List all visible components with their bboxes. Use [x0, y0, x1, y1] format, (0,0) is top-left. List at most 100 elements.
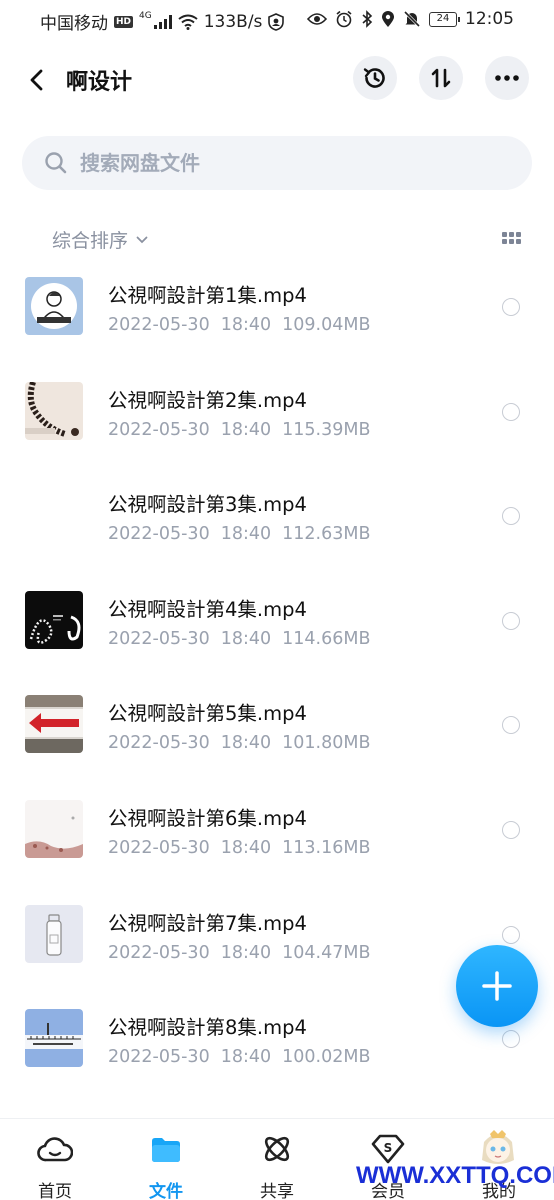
video-thumbnail — [25, 277, 83, 335]
page-title: 啊设计 — [66, 70, 133, 95]
select-radio[interactable] — [502, 716, 520, 735]
file-meta: 2022-05-30 18:40 104.47MB — [108, 943, 370, 963]
file-name: 公視啊設計第8集.mp4 — [108, 1016, 307, 1040]
chevron-left-icon — [30, 69, 43, 91]
search-icon — [44, 151, 68, 175]
grid-view-icon[interactable] — [502, 232, 522, 246]
file-meta: 2022-05-30 18:40 100.02MB — [108, 1047, 370, 1067]
file-date: 2022-05-30 — [108, 315, 210, 335]
file-row[interactable]: 公視啊設計第6集.mp4 2022-05-30 18:40 113.16MB — [0, 785, 554, 890]
history-button[interactable] — [353, 56, 397, 100]
file-meta: 2022-05-30 18:40 114.66MB — [108, 629, 370, 649]
video-thumbnail — [25, 904, 83, 963]
file-row[interactable]: 公視啊設計第3集.mp4 2022-05-30 18:40 112.63MB — [0, 471, 554, 576]
vpn-icon — [268, 12, 285, 31]
video-thumbnail — [25, 590, 83, 649]
location-icon — [382, 11, 394, 27]
file-time: 18:40 — [220, 733, 272, 754]
watermark-text: WWW.XXTTQ.COM — [356, 1162, 554, 1189]
video-thumbnail — [25, 799, 83, 858]
file-row[interactable]: 公視啊設計第5集.mp4 2022-05-30 18:40 101.80MB — [0, 680, 554, 785]
file-time: 18:40 — [220, 524, 272, 545]
file-date: 2022-05-30 — [108, 1047, 210, 1068]
video-thumbnail — [25, 695, 83, 754]
file-name: 公視啊設計第6集.mp4 — [108, 806, 307, 830]
file-size: 115.39MB — [282, 419, 371, 440]
wifi-icon — [178, 14, 198, 30]
file-size: 100.02MB — [282, 1047, 371, 1068]
signal-icon — [153, 14, 172, 29]
file-name: 公視啊設計第2集.mp4 — [108, 388, 307, 412]
more-dots-icon — [495, 75, 519, 81]
file-name: 公視啊設計第4集.mp4 — [108, 597, 307, 621]
file-row[interactable]: 公視啊設計第4集.mp4 2022-05-30 18:40 114.66MB — [0, 576, 554, 681]
file-name: 公視啊設計第1集.mp4 — [108, 284, 307, 307]
hd-badge: HD — [114, 15, 134, 28]
select-radio[interactable] — [502, 507, 520, 526]
folder-icon — [148, 1131, 184, 1167]
search-input[interactable] — [80, 151, 480, 175]
nav-share[interactable]: 共享 — [237, 1119, 317, 1200]
more-button[interactable] — [485, 56, 529, 100]
file-meta: 2022-05-30 18:40 101.80MB — [108, 733, 370, 753]
nav-home[interactable]: 首页 — [15, 1119, 95, 1200]
mute-icon — [403, 10, 421, 28]
network-type: 4G — [139, 10, 152, 21]
back-button[interactable] — [22, 62, 52, 98]
file-size: 113.16MB — [282, 837, 371, 858]
file-name: 公視啊設計第7集.mp4 — [108, 911, 307, 935]
file-time: 18:40 — [220, 315, 272, 335]
file-date: 2022-05-30 — [108, 628, 210, 649]
file-meta: 2022-05-30 18:40 115.39MB — [108, 420, 370, 440]
nav-files-label: 文件 — [149, 1182, 183, 1200]
select-radio[interactable] — [502, 611, 520, 630]
file-size: 101.80MB — [282, 733, 371, 754]
eye-icon — [307, 13, 327, 25]
select-radio[interactable] — [502, 402, 520, 421]
file-date: 2022-05-30 — [108, 419, 210, 440]
file-time: 18:40 — [220, 942, 272, 963]
file-date: 2022-05-30 — [108, 733, 210, 754]
nav-files[interactable]: 文件 — [126, 1119, 206, 1200]
file-row[interactable]: 公視啊設計第1集.mp4 2022-05-30 18:40 109.04MB — [0, 262, 554, 367]
file-row[interactable]: 公視啊設計第2集.mp4 2022-05-30 18:40 115.39MB — [0, 367, 554, 472]
network-speed: 133B/s — [203, 11, 263, 32]
bluetooth-icon — [362, 10, 373, 28]
select-radio[interactable] — [502, 1030, 520, 1049]
select-radio[interactable] — [502, 820, 520, 839]
video-thumbnail — [25, 381, 83, 440]
file-meta: 2022-05-30 18:40 109.04MB — [108, 315, 370, 335]
file-time: 18:40 — [220, 1047, 272, 1068]
video-thumbnail — [25, 486, 83, 545]
add-button[interactable] — [456, 945, 538, 1027]
battery-icon: 24 — [429, 11, 460, 27]
status-left: 中国移动 HD 4G 133B/s — [40, 9, 285, 34]
search-bar[interactable] — [22, 136, 532, 190]
cloud-icon — [37, 1131, 73, 1167]
status-right: 24 12:05 — [307, 9, 514, 29]
file-size: 112.63MB — [282, 524, 371, 545]
nav-share-label: 共享 — [260, 1182, 294, 1200]
svg-text:S: S — [384, 1141, 393, 1155]
video-thumbnail — [25, 1009, 83, 1068]
atom-share-icon — [259, 1131, 295, 1167]
status-bar: 中国移动 HD 4G 133B/s 24 12:05 — [0, 0, 554, 38]
sort-row: 综合排序 — [0, 220, 554, 256]
file-date: 2022-05-30 — [108, 837, 210, 858]
file-size: 114.66MB — [282, 628, 371, 649]
file-meta: 2022-05-30 18:40 112.63MB — [108, 524, 370, 544]
file-size: 109.04MB — [282, 315, 371, 335]
file-name: 公視啊設計第5集.mp4 — [108, 702, 307, 726]
select-radio[interactable] — [502, 298, 520, 316]
alarm-icon — [336, 10, 352, 28]
sort-dropdown[interactable]: 综合排序 — [52, 226, 148, 253]
file-time: 18:40 — [220, 628, 272, 649]
sort-label: 综合排序 — [52, 230, 129, 252]
clock: 12:05 — [465, 9, 514, 29]
select-radio[interactable] — [502, 925, 520, 944]
sort-order-button[interactable] — [419, 56, 463, 100]
chevron-down-icon — [136, 236, 148, 243]
file-meta: 2022-05-30 18:40 113.16MB — [108, 838, 370, 858]
file-time: 18:40 — [220, 419, 272, 440]
nav-home-label: 首页 — [38, 1182, 72, 1200]
